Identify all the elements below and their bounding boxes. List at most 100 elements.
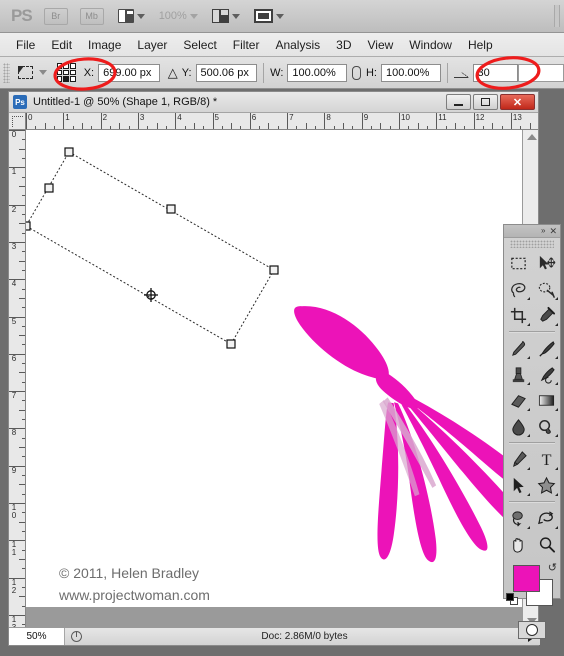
height-scale-input[interactable]: 100.00% <box>380 63 441 82</box>
3d-camera-orbit-tool[interactable] <box>532 505 560 531</box>
tools-panel: » ✕ T ↺ <box>503 224 561 639</box>
document-canvas[interactable]: © 2011, Helen Bradley www.projectwoman.c… <box>26 130 523 607</box>
maintain-aspect-ratio-icon[interactable] <box>352 65 361 80</box>
ruler-minor-tick <box>35 126 37 129</box>
tools-panel-header[interactable]: » ✕ <box>504 225 560 238</box>
document-info-label: Doc: 2.86M/0 bytes <box>261 631 348 642</box>
healing-brush-tool[interactable] <box>504 335 532 361</box>
chevron-down-icon[interactable] <box>38 70 47 75</box>
minimize-button[interactable] <box>446 94 471 110</box>
refpoint-bc-selected[interactable] <box>63 76 70 82</box>
ruler-label: 4 <box>177 113 182 122</box>
refpoint-tr[interactable] <box>70 63 76 69</box>
brush-tool[interactable] <box>532 335 560 361</box>
pen-tool[interactable] <box>504 446 532 472</box>
view-extras-dropdown[interactable] <box>117 9 145 23</box>
ruler-minor-tick <box>19 335 25 337</box>
crop-tool[interactable] <box>504 302 532 328</box>
horizontal-ruler[interactable]: 0 1 2 3 4 5 6 7 8 9 10 11 12 13 <box>26 113 538 130</box>
rectangular-marquee-tool[interactable] <box>504 250 532 276</box>
blur-tool[interactable] <box>504 413 532 439</box>
zoom-percentage-input[interactable]: 50% <box>9 628 65 645</box>
rotation-angle-input[interactable]: 30 <box>472 63 519 82</box>
refpoint-mc[interactable] <box>63 69 70 76</box>
tool-preset-picker[interactable] <box>17 64 35 82</box>
gradient-tool[interactable] <box>532 387 560 413</box>
default-colors-icon[interactable] <box>506 593 518 605</box>
ruler-minor-tick <box>501 126 503 129</box>
menu-edit[interactable]: Edit <box>43 36 80 54</box>
lasso-tool[interactable] <box>504 276 532 302</box>
eyedropper-tool[interactable] <box>532 302 560 328</box>
ruler-major-tick <box>287 113 289 129</box>
proxy-preview-icon[interactable] <box>65 631 87 642</box>
canvas-area[interactable]: © 2011, Helen Bradley www.projectwoman.c… <box>26 130 538 645</box>
swap-colors-icon[interactable]: ↺ <box>548 561 557 574</box>
ruler-minor-tick <box>109 126 111 129</box>
skew-h-input[interactable] <box>518 63 564 82</box>
launch-mini-bridge-button[interactable]: Mb <box>79 7 104 25</box>
document-title-bar[interactable]: Ps Untitled-1 @ 50% (Shape 1, RGB/8) * ✕ <box>9 92 538 113</box>
ruler-major-tick <box>212 113 214 129</box>
eraser-tool[interactable] <box>504 387 532 413</box>
menu-file[interactable]: File <box>8 36 43 54</box>
ruler-label: 1 <box>11 167 17 177</box>
x-position-input[interactable]: 699.00 px <box>98 63 160 82</box>
scroll-up-arrow-icon[interactable] <box>527 134 537 140</box>
shape-blade-2 <box>402 399 523 534</box>
options-bar-grip[interactable] <box>3 62 10 83</box>
close-button[interactable]: ✕ <box>500 94 535 110</box>
3d-object-rotate-tool[interactable] <box>504 505 532 531</box>
menu-filter[interactable]: Filter <box>225 36 268 54</box>
menu-view[interactable]: View <box>359 36 401 54</box>
zoom-level-dropdown[interactable]: 100% <box>159 10 198 22</box>
width-scale-input[interactable]: 100.00% <box>287 63 348 82</box>
refpoint-tc[interactable] <box>63 63 70 69</box>
refpoint-bl[interactable] <box>56 76 63 82</box>
launch-bridge-button[interactable]: Br <box>43 7 68 25</box>
refpoint-mr[interactable] <box>70 69 76 76</box>
horizontal-type-tool[interactable]: T <box>532 446 560 472</box>
menu-window[interactable]: Window <box>401 36 460 54</box>
document-icon: Ps <box>13 95 27 109</box>
foreground-color-swatch[interactable] <box>513 565 540 592</box>
move-tool[interactable] <box>532 250 560 276</box>
history-brush-tool[interactable] <box>532 361 560 387</box>
menu-layer[interactable]: Layer <box>129 36 175 54</box>
menu-analysis[interactable]: Analysis <box>267 36 328 54</box>
ruler-minor-tick <box>165 126 167 129</box>
menu-3d[interactable]: 3D <box>328 36 359 54</box>
dodge-tool[interactable] <box>532 413 560 439</box>
quick-selection-tool[interactable] <box>532 276 560 302</box>
ruler-minor-tick <box>193 123 195 129</box>
arrange-documents-dropdown[interactable] <box>211 9 240 23</box>
relative-position-toggle[interactable]: △ <box>168 66 178 79</box>
close-panel-icon[interactable]: ✕ <box>549 227 557 236</box>
menu-help[interactable]: Help <box>460 36 501 54</box>
zoom-tool[interactable] <box>532 531 560 557</box>
ruler-major-tick <box>324 113 326 129</box>
ruler-minor-tick <box>19 521 25 523</box>
ruler-minor-tick <box>19 558 25 560</box>
ruler-label: 8 <box>326 113 331 122</box>
path-selection-tool[interactable] <box>504 472 532 498</box>
collapse-panel-icon[interactable]: » <box>541 227 545 235</box>
refpoint-ml[interactable] <box>56 69 63 76</box>
ruler-minor-tick <box>22 549 25 551</box>
maximize-button[interactable] <box>473 94 498 110</box>
y-position-input[interactable]: 500.06 px <box>195 63 258 82</box>
hand-tool[interactable] <box>504 531 532 557</box>
ruler-minor-tick <box>119 123 121 129</box>
reference-point-locator[interactable] <box>56 63 76 82</box>
refpoint-tl[interactable] <box>56 63 63 69</box>
menu-image[interactable]: Image <box>80 36 129 54</box>
quick-mask-toggle[interactable] <box>504 617 560 643</box>
refpoint-br[interactable] <box>70 76 76 82</box>
ruler-origin-corner[interactable] <box>9 113 26 130</box>
vertical-ruler[interactable]: 012345678910111213 <box>9 130 26 645</box>
ruler-major-tick <box>100 113 102 129</box>
menu-select[interactable]: Select <box>175 36 224 54</box>
screen-mode-dropdown[interactable] <box>253 9 284 23</box>
custom-shape-tool[interactable] <box>532 472 560 498</box>
clone-stamp-tool[interactable] <box>504 361 532 387</box>
